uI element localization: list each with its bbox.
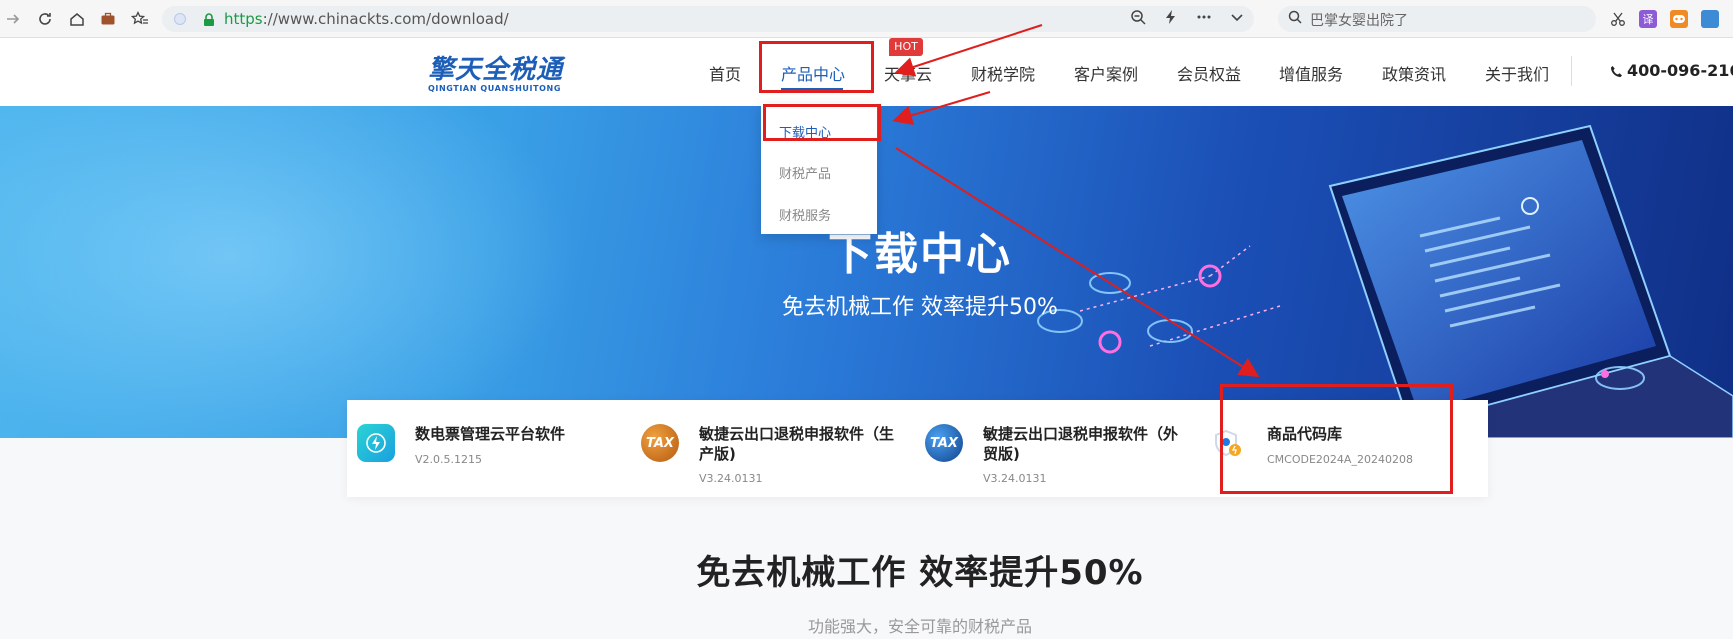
nav-tianqing-cloud[interactable]: 天擎云 <box>884 61 932 85</box>
nav-policy[interactable]: 政策资讯 <box>1382 61 1446 85</box>
address-tools <box>1130 9 1244 29</box>
hot-badge: HOT <box>889 38 923 56</box>
translate-extension-icon[interactable]: 译 <box>1639 10 1657 28</box>
search-text: 巴掌女婴出院了 <box>1310 13 1408 29</box>
browser-toolbar: https://www.chinackts.com/download/ 巴掌女婴… <box>0 0 1733 38</box>
lightning-icon[interactable] <box>1164 9 1178 29</box>
nav-divider <box>1571 56 1572 86</box>
zoom-out-icon[interactable] <box>1130 9 1146 29</box>
screenshot-root: { "browser": { "url_scheme": "https", "u… <box>0 0 1733 639</box>
briefcase-icon[interactable] <box>97 8 119 30</box>
nav-member[interactable]: 会员权益 <box>1177 61 1241 85</box>
url-text: https://www.chinackts.com/download/ <box>224 10 509 28</box>
tax-icon: TAX <box>925 424 963 462</box>
hero-subtitle: 免去机械工作 效率提升50% <box>782 295 1058 320</box>
card-title-line-1: 敏捷云出口退税申报软件（生 <box>699 425 895 443</box>
url-scheme: https <box>224 10 263 28</box>
chevron-down-icon[interactable] <box>1230 9 1244 29</box>
tax-icon: TAX <box>641 424 679 462</box>
bookmark-star-icon[interactable] <box>129 8 151 30</box>
reload-icon[interactable] <box>34 8 56 30</box>
card-title: 敏捷云出口退税申报软件（外 贸版) <box>983 424 1178 464</box>
app-extension-icon[interactable] <box>1701 10 1719 28</box>
annotation-box-products-nav <box>759 41 874 93</box>
logo-text: 擎天全税通 <box>428 55 564 85</box>
card-title: 数电票管理云平台软件 <box>415 425 566 443</box>
nav-value-added[interactable]: 增值服务 <box>1279 61 1343 85</box>
home-icon[interactable] <box>66 8 88 30</box>
address-bar[interactable]: https://www.chinackts.com/download/ <box>162 6 1254 32</box>
product-card[interactable]: 数电票管理云平台软件 V2.0.5.1215 <box>347 400 631 497</box>
card-title-line-2: 贸版) <box>983 445 1020 463</box>
product-card[interactable]: TAX 敏捷云出口退税申报软件（外 贸版) V3.24.0131 <box>915 400 1199 497</box>
card-title-line-1: 敏捷云出口退税申报软件（外 <box>983 425 1179 443</box>
url-path: ://www.chinackts.com/download/ <box>262 10 509 28</box>
nav-cases[interactable]: 客户案例 <box>1074 61 1138 85</box>
phone-text: 400-096-2166 <box>1627 61 1733 80</box>
lightning-icon <box>357 424 395 462</box>
game-extension-icon[interactable] <box>1670 10 1688 28</box>
forward-icon[interactable] <box>2 8 24 30</box>
card-version: V3.24.0131 <box>983 472 1047 485</box>
site-logo[interactable]: 擎天全税通 QINGTIAN QUANSHUITONG <box>428 56 563 94</box>
lock-icon <box>202 12 216 26</box>
nav-academy[interactable]: 财税学院 <box>971 61 1035 85</box>
search-icon <box>1288 10 1302 28</box>
card-version: V2.0.5.1215 <box>415 453 483 466</box>
card-title: 敏捷云出口退税申报软件（生 产版) <box>699 424 894 464</box>
browser-search-box[interactable]: 巴掌女婴出院了 <box>1278 6 1596 32</box>
phone-number[interactable]: 400-096-2166 <box>1610 61 1733 82</box>
dropdown-tax-services[interactable]: 财税服务 <box>779 205 831 224</box>
annotation-box-product-code <box>1220 384 1453 494</box>
logo-subtext: QINGTIAN QUANSHUITONG <box>428 84 561 93</box>
dropdown-tax-products[interactable]: 财税产品 <box>779 163 831 182</box>
card-version: V3.24.0131 <box>699 472 763 485</box>
card-title-line-2: 产版) <box>699 445 736 463</box>
annotation-box-download-center <box>763 104 881 141</box>
more-icon[interactable] <box>1196 9 1212 29</box>
site-info-icon[interactable] <box>174 13 186 25</box>
product-card[interactable]: TAX 敏捷云出口退税申报软件（生 产版) V3.24.0131 <box>631 400 915 497</box>
nav-home[interactable]: 首页 <box>709 61 741 85</box>
phone-icon <box>1610 63 1623 82</box>
scissors-icon[interactable] <box>1607 8 1629 30</box>
section-subtitle: 功能强大，安全可靠的财税产品 <box>807 617 1032 636</box>
nav-about[interactable]: 关于我们 <box>1485 61 1549 85</box>
section-title: 免去机械工作 效率提升50% <box>696 553 1144 593</box>
